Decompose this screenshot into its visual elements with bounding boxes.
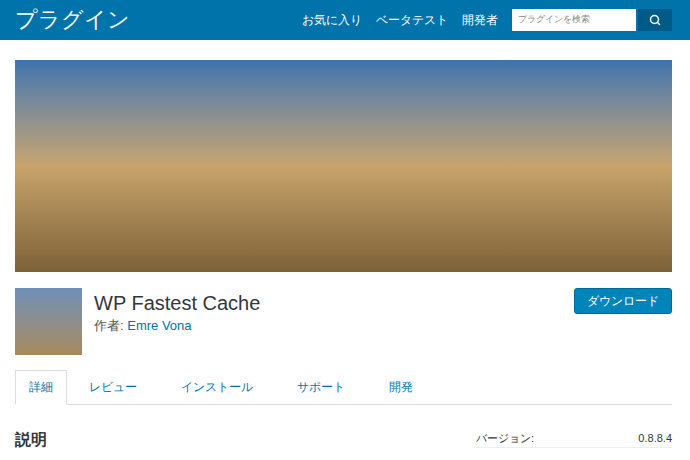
- page-title[interactable]: プラグイン: [15, 6, 130, 34]
- search-form: プラグインを検索: [512, 9, 672, 31]
- plugin-banner: [15, 60, 672, 272]
- search-icon: [649, 14, 661, 26]
- search-input[interactable]: プラグインを検索: [512, 9, 636, 31]
- top-bar: プラグイン お気に入りベータテスト開発者プラグインを検索: [0, 0, 690, 40]
- content: WP Fastest Cache作者: Emre Vonaダウンロード詳細レビュ…: [0, 40, 690, 451]
- nav-link[interactable]: ベータテスト: [376, 11, 448, 29]
- tab[interactable]: サポート: [275, 370, 367, 404]
- nav-link[interactable]: お気に入り: [302, 11, 362, 29]
- meta-value: 0.8.8.4: [638, 429, 672, 447]
- plugin-author: 作者: Emre Vona: [94, 316, 260, 336]
- details-row: 説明 バージョン: 0.8.8.4: [15, 429, 672, 451]
- author-link[interactable]: Emre Vona: [127, 318, 191, 333]
- plugin-name: WP Fastest Cache: [94, 290, 260, 316]
- plugin-page: プラグイン お気に入りベータテスト開発者プラグインを検索 WP Fastest Ca…: [0, 0, 690, 460]
- tab[interactable]: レビュー: [67, 370, 159, 404]
- plugin-icon: [15, 288, 82, 355]
- tab[interactable]: 詳細: [15, 370, 67, 405]
- plugin-info: WP Fastest Cache作者: Emre Vona: [94, 288, 260, 336]
- top-nav: お気に入りベータテスト開発者: [302, 11, 498, 29]
- tab-bar: 詳細レビューインストールサポート開発: [15, 370, 672, 405]
- download-button[interactable]: ダウンロード: [574, 288, 672, 314]
- meta-row: バージョン: 0.8.8.4: [476, 429, 672, 448]
- meta-list: バージョン: 0.8.8.4: [476, 429, 672, 448]
- tab[interactable]: 開発: [367, 370, 435, 404]
- tab[interactable]: インストール: [159, 370, 275, 404]
- plugin-header: WP Fastest Cache作者: Emre Vonaダウンロード: [15, 288, 672, 355]
- meta-label: バージョン:: [476, 429, 534, 447]
- search-button[interactable]: [638, 9, 672, 31]
- nav-link[interactable]: 開発者: [462, 11, 498, 29]
- description-heading: 説明: [15, 429, 47, 451]
- author-label: 作者:: [94, 318, 124, 333]
